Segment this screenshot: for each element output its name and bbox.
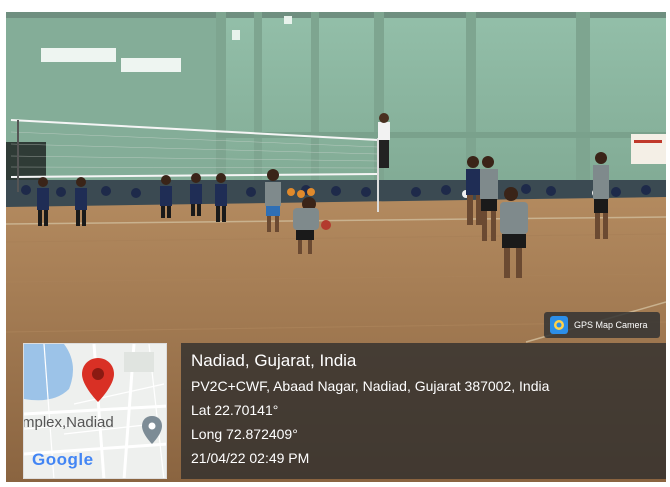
gps-map-camera-badge: GPS Map Camera [544,312,660,338]
location-map-thumbnail[interactable]: mplex,Nadiad Google [23,343,167,479]
capture-datetime: 21/04/22 02:49 PM [191,450,310,466]
photo-frame: GPS Map Camera mplex,Nadiad Google Nadia… [6,12,666,482]
latitude: Lat 22.70141° [191,402,279,418]
place-marker-icon [142,416,162,444]
google-logo: Google [32,450,94,470]
google-logo-text: Google [32,450,94,469]
longitude: Long 72.872409° [191,426,298,442]
map-pin-icon [82,358,114,402]
location-address: PV2C+CWF, Abaad Nagar, Nadiad, Gujarat 3… [191,378,550,394]
badge-text: GPS Map Camera [574,320,648,330]
map-place-label: mplex,Nadiad [23,414,114,431]
gps-camera-app-icon [550,316,568,334]
location-info-panel: Nadiad, Gujarat, India PV2C+CWF, Abaad N… [181,343,666,479]
location-title: Nadiad, Gujarat, India [191,351,357,370]
